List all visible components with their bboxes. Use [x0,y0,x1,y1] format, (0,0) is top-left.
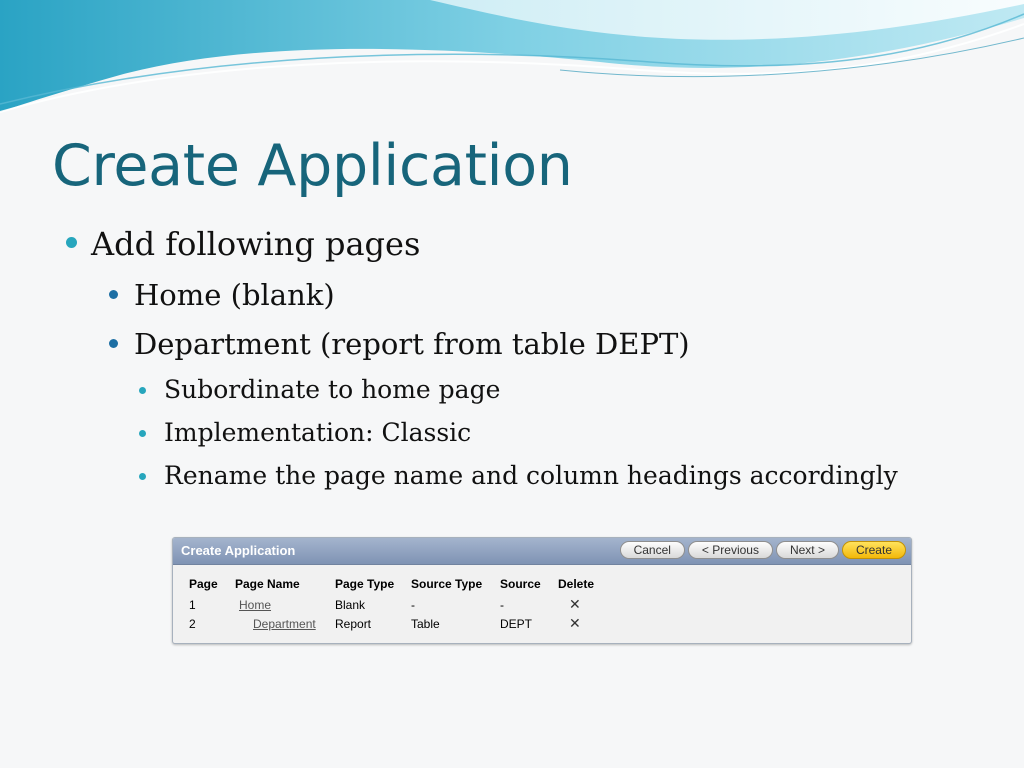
column-header-page-name: Page Name [235,577,300,591]
bullet-add-pages: Add following pages [66,224,421,264]
header-wave-decoration [0,0,1024,113]
column-header-delete: Delete [558,577,595,591]
row1-source: - [500,598,504,612]
bullet-dot [66,237,77,248]
bullet-dot [139,473,146,480]
row2-page-name-link[interactable]: Department [253,617,316,631]
row2-source-type: Table [411,617,440,631]
pages-table: Page Page Name Page Type Source Type Sou… [173,565,911,643]
row2-page-type: Report [335,617,372,631]
row2-source: DEPT [500,617,533,631]
wizard-button-bar: Cancel < Previous Next > Create [619,541,906,559]
wizard-title: Create Application [181,543,296,558]
bullet-text: Implementation: Classic [164,418,472,447]
bullet-department: Department (report from table DEPT) [109,325,690,363]
bullet-home: Home (blank) [109,276,335,314]
row1-delete-icon[interactable]: ✕ [569,596,581,613]
row1-page-type: Blank [335,598,366,612]
create-application-wizard-panel: Create Application Cancel < Previous Nex… [172,537,912,644]
wizard-header: Create Application Cancel < Previous Nex… [173,538,911,565]
bullet-dot [109,339,118,348]
bullet-text: Subordinate to home page [164,375,501,404]
create-button[interactable]: Create [841,541,906,559]
column-header-source: Source [500,577,541,591]
next-button[interactable]: Next > [775,541,839,559]
column-header-page-type: Page Type [335,577,395,591]
slide-title: Create Application [52,133,573,199]
column-header-source-type: Source Type [411,577,483,591]
bullet-rename: Rename the page name and column headings… [139,459,898,493]
bullet-subordinate: Subordinate to home page [139,373,501,407]
row1-source-type: - [411,598,415,612]
previous-button[interactable]: < Previous [687,541,773,559]
bullet-text: Rename the page name and column headings… [164,461,898,490]
bullet-text: Add following pages [91,225,421,263]
row2-delete-icon[interactable]: ✕ [569,615,581,632]
row2-page-number: 2 [189,617,196,631]
bullet-text: Department (report from table DEPT) [134,327,690,361]
column-header-page: Page [189,577,218,591]
bullet-implementation: Implementation: Classic [139,416,472,450]
row1-page-name-link[interactable]: Home [239,598,271,612]
row1-page-number: 1 [189,598,196,612]
bullet-dot [109,290,118,299]
bullet-dot [139,387,146,394]
bullet-dot [139,430,146,437]
cancel-button[interactable]: Cancel [619,541,685,559]
bullet-text: Home (blank) [134,278,335,312]
